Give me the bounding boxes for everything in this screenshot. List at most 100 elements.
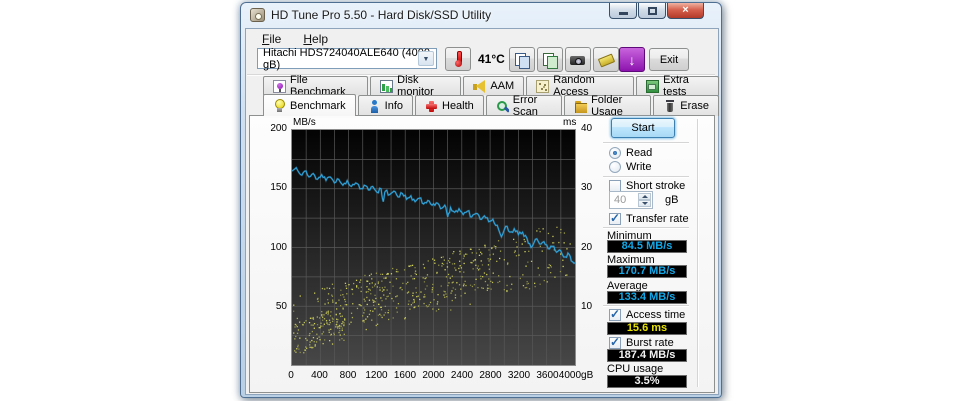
random-access-icon [536,80,549,93]
minimize-button[interactable] [609,3,637,19]
read-radio-row[interactable]: Read [609,147,652,159]
axis-tick: 4000gB [559,370,593,381]
tab-error-scan[interactable]: Error Scan [486,95,562,116]
desktop: HD Tune Pro 5.50 - Hard Disk/SSD Utility… [0,0,960,401]
write-radio[interactable] [609,161,621,173]
axis-tick: 50 [257,301,287,312]
info-icon [368,100,381,113]
axis-tick: 30 [581,182,592,193]
thermometer-icon [454,51,462,67]
screenshot-button[interactable] [565,47,591,72]
start-button[interactable]: Start [611,118,675,138]
tab-benchmark[interactable]: Benchmark [263,94,356,116]
transfer-rate-checkbox[interactable] [609,213,621,225]
trash-icon [663,100,676,113]
access-time-label: Access time [626,309,685,321]
separator [603,227,689,229]
health-cross-icon [425,100,438,113]
axis-tick: 400 [311,370,328,381]
drive-select-value: Hitachi HDS724040ALE640 (4000 gB) [263,47,436,71]
axis-tick: 1200 [365,370,387,381]
axis-tick: 10 [581,301,592,312]
tab-info[interactable]: Info [358,95,413,116]
transfer-rate-row[interactable]: Transfer rate [609,213,689,225]
spinner-up-icon[interactable] [638,193,651,200]
axis-tick: 800 [340,370,357,381]
tab-file-benchmark[interactable]: File Benchmark [263,76,368,95]
axis-tick: 100 [257,242,287,253]
tab-row-primary: Benchmark Info Health Error Scan Folder … [263,95,721,116]
transfer-rate-label: Transfer rate [626,213,689,225]
burst-rate-row[interactable]: Burst rate [609,337,674,349]
tab-folder-usage[interactable]: Folder Usage [564,95,651,116]
speaker-icon [473,80,486,93]
write-radio-row[interactable]: Write [609,161,651,173]
save-results-button[interactable]: ↓ [619,47,645,72]
access-time-value: 15.6 ms [607,322,687,335]
axis-tick: 2400 [451,370,473,381]
separator [603,176,689,178]
notes-icon [598,52,614,68]
axis-tick: 2800 [479,370,501,381]
tab-random-access[interactable]: Random Access [526,76,634,95]
lightbulb-icon [273,99,286,112]
maximize-icon [648,7,657,15]
burst-rate-value: 187.4 MB/s [607,349,687,362]
hd-tune-window: HD Tune Pro 5.50 - Hard Disk/SSD Utility… [240,2,722,398]
axis-tick: 2000 [422,370,444,381]
copy-button[interactable] [509,47,535,72]
access-time-checkbox[interactable] [609,309,621,321]
separator [603,142,689,144]
copy-to-file-button[interactable] [537,47,563,72]
spinner-down-icon[interactable] [638,200,651,207]
tab-erase[interactable]: Erase [653,95,719,116]
temperature-value: 41°C [478,52,505,66]
right-axis-unit: ms [563,117,576,128]
axis-tick: 0 [288,370,294,381]
axis-tick: 200 [257,123,287,134]
short-stroke-spinner[interactable]: 40 [609,191,653,209]
access-time-row[interactable]: Access time [609,309,685,321]
read-label: Read [626,147,652,159]
maximum-value: 170.7 MB/s [607,265,687,278]
write-label: Write [626,161,651,173]
copy-icon [514,52,530,68]
axis-tick: 150 [257,182,287,193]
tab-disk-monitor[interactable]: Disk monitor [370,76,461,95]
axis-tick: 1600 [394,370,416,381]
magnifier-icon [496,100,509,113]
axis-tick: 3200 [508,370,530,381]
tab-extra-tests[interactable]: Extra tests [636,76,719,95]
disk-monitor-icon [380,80,393,93]
extra-tests-icon [646,80,659,93]
download-arrow-icon: ↓ [629,53,636,67]
tab-health[interactable]: Health [415,95,484,116]
burst-rate-checkbox[interactable] [609,337,621,349]
cpu-usage-value: 3.5% [607,375,687,388]
spinner-buttons [638,193,651,207]
short-stroke-value: 40 [614,194,626,206]
panel-separator-vertical [697,119,699,387]
exit-button[interactable]: Exit [649,48,689,71]
axis-tick: 3600 [536,370,558,381]
read-radio[interactable] [609,147,621,159]
benchmark-chart-svg [292,130,575,365]
left-axis-unit: MB/s [293,117,316,128]
temperature-button[interactable] [445,47,471,71]
drive-select-combobox[interactable]: Hitachi HDS724040ALE640 (4000 gB) ▼ [257,48,437,69]
notes-button[interactable] [593,47,619,72]
close-button[interactable]: × [667,3,704,19]
tab-aam[interactable]: AAM [463,76,524,95]
chevron-down-icon: ▼ [418,51,434,66]
app-icon [250,8,265,22]
cpu-usage-label: CPU usage [607,363,663,375]
tab-row-secondary: File Benchmark Disk monitor AAM Random A… [263,76,721,95]
average-value: 133.4 MB/s [607,291,687,304]
screenshot-camera-icon [570,52,586,68]
axis-tick: 40 [581,123,592,134]
maximize-button[interactable] [638,3,666,19]
minimum-value: 84.5 MB/s [607,240,687,253]
titlebar[interactable]: HD Tune Pro 5.50 - Hard Disk/SSD Utility… [241,3,721,28]
minimize-icon [619,12,628,15]
folder-icon [574,100,587,113]
